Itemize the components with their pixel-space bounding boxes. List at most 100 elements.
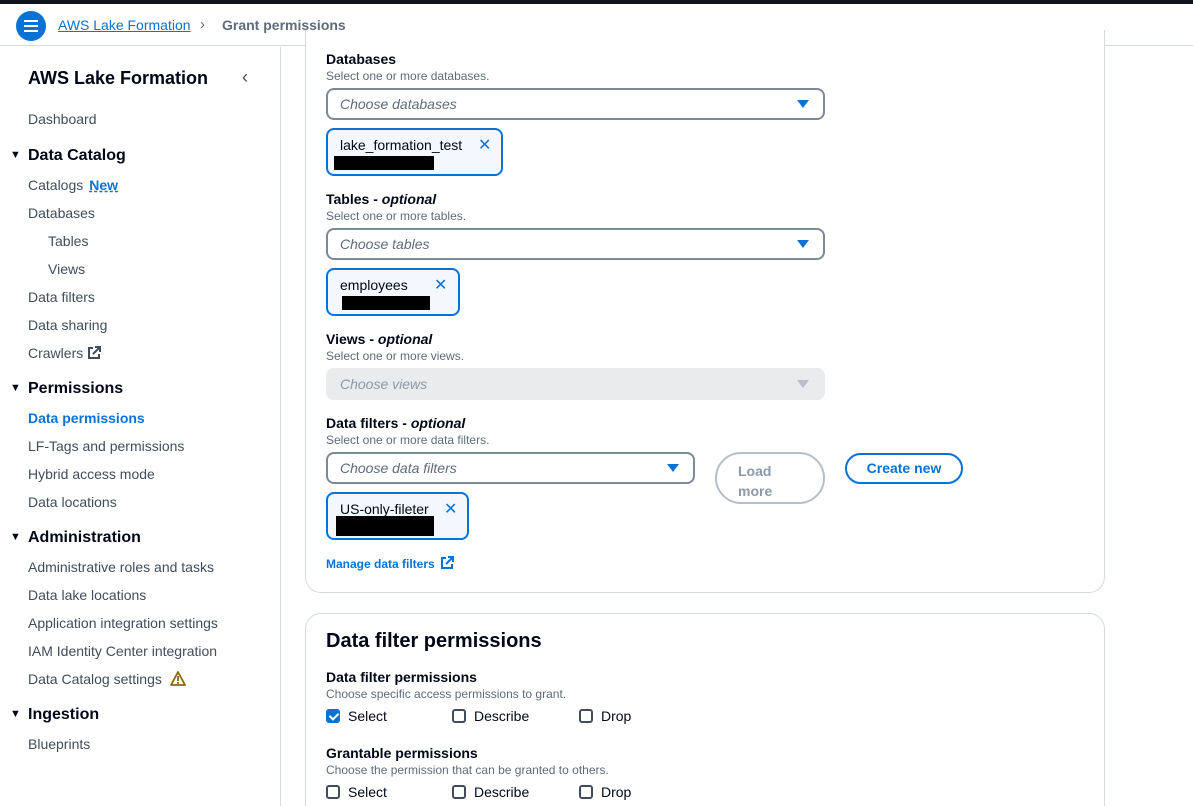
- sidebar-item-label: Catalogs: [28, 177, 84, 193]
- perm-describe-checkbox[interactable]: Describe: [452, 708, 529, 724]
- sidebar-item-crawlers[interactable]: Crawlers: [28, 345, 102, 361]
- section-label: Administration: [28, 529, 141, 546]
- section-data-catalog[interactable]: ▼ Data Catalog: [10, 147, 126, 165]
- breadcrumb-root-link[interactable]: AWS Lake Formation: [58, 17, 191, 33]
- load-more-line1: Load: [738, 463, 772, 479]
- sidebar-item-data-sharing[interactable]: Data sharing: [28, 317, 107, 333]
- create-new-button[interactable]: Create new: [845, 453, 963, 484]
- sidebar-item-catalogs[interactable]: Catalogs New: [28, 177, 118, 193]
- sidebar-item-label: Data Catalog settings: [28, 671, 162, 687]
- checkbox-label: Drop: [601, 708, 632, 724]
- data-filters-select[interactable]: Choose data filters: [326, 452, 695, 484]
- permissions-label: Data filter permissions: [326, 669, 477, 685]
- manage-data-filters-link[interactable]: Manage data filters: [326, 556, 454, 571]
- sidebar-item-databases[interactable]: Databases: [28, 205, 95, 221]
- grantable-label: Grantable permissions: [326, 745, 478, 761]
- checkbox-unchecked: [579, 785, 593, 799]
- section-ingestion[interactable]: ▼ Ingestion: [10, 706, 99, 724]
- caret-down-icon: ▼: [10, 708, 21, 720]
- table-token-label: employees: [340, 277, 408, 293]
- caret-down-icon: [797, 100, 809, 108]
- permissions-description: Choose specific access permissions to gr…: [326, 687, 567, 701]
- manage-data-filters-label: Manage data filters: [326, 557, 435, 571]
- checkbox-unchecked: [326, 785, 340, 799]
- checkbox-label: Describe: [474, 708, 530, 724]
- data-filters-label-text: Data filters -: [326, 415, 411, 431]
- checkbox-label: Select: [348, 784, 387, 800]
- hamburger-icon: [24, 20, 38, 32]
- database-token-label: lake_formation_test: [340, 137, 463, 153]
- grant-drop-checkbox[interactable]: Drop: [579, 784, 631, 800]
- chevron-right-icon: ›: [200, 16, 205, 33]
- section-label: Permissions: [28, 380, 124, 397]
- sidebar-item-app-integration[interactable]: Application integration settings: [28, 615, 218, 631]
- caret-down-icon: ▼: [10, 149, 21, 161]
- optional-label: optional: [377, 331, 433, 347]
- sidebar-item-iam-identity-center[interactable]: IAM Identity Center integration: [28, 643, 217, 659]
- sidebar-item-catalog-settings[interactable]: Data Catalog settings: [28, 671, 186, 687]
- sidebar-item-blueprints[interactable]: Blueprints: [28, 736, 90, 752]
- table-token: employees ✕: [326, 268, 460, 316]
- checkbox-label: Select: [348, 708, 387, 724]
- caret-down-icon: [667, 464, 679, 472]
- sidebar-item-data-permissions[interactable]: Data permissions: [28, 410, 145, 426]
- collapse-sidebar-icon[interactable]: ‹: [242, 67, 248, 88]
- tables-label: Tables - optional: [326, 191, 436, 207]
- checkbox-unchecked: [452, 785, 466, 799]
- sidebar-item-data-filters[interactable]: Data filters: [28, 289, 95, 305]
- perm-select-checkbox[interactable]: Select: [326, 708, 387, 724]
- sidebar-item-data-locations[interactable]: Data locations: [28, 494, 117, 510]
- redacted-block: [336, 516, 434, 536]
- checkbox-label: Drop: [601, 784, 632, 800]
- section-administration[interactable]: ▼ Administration: [10, 529, 141, 547]
- perm-drop-checkbox[interactable]: Drop: [579, 708, 631, 724]
- section-label: Ingestion: [28, 706, 100, 723]
- caret-down-icon: ▼: [10, 531, 21, 543]
- data-filters-description: Select one or more data filters.: [326, 433, 490, 447]
- tables-placeholder: Choose tables: [340, 236, 430, 252]
- sidebar-item-label: Crawlers: [28, 345, 84, 361]
- redacted-block: [334, 156, 434, 170]
- panel-title: Data filter permissions: [326, 630, 542, 652]
- grant-select-checkbox[interactable]: Select: [326, 784, 387, 800]
- redacted-block: [342, 296, 430, 310]
- checkbox-label: Describe: [474, 784, 530, 800]
- sidebar-item-data-lake-locations[interactable]: Data lake locations: [28, 587, 146, 603]
- new-badge[interactable]: New: [89, 177, 118, 193]
- menu-button[interactable]: [16, 11, 46, 41]
- remove-token-icon[interactable]: ✕: [478, 135, 491, 155]
- views-label-text: Views -: [326, 331, 378, 347]
- tables-description: Select one or more tables.: [326, 209, 467, 223]
- external-link-icon: [88, 346, 102, 359]
- data-filter-token: US-only-fileter ✕: [326, 492, 469, 540]
- remove-token-icon[interactable]: ✕: [434, 275, 447, 295]
- remove-token-icon[interactable]: ✕: [444, 499, 457, 519]
- sidebar-item-tables[interactable]: Tables: [48, 233, 88, 249]
- views-select: Choose views: [326, 368, 825, 400]
- databases-placeholder: Choose databases: [340, 96, 457, 112]
- caret-down-icon: [797, 380, 809, 388]
- sidebar-item-dashboard[interactable]: Dashboard: [28, 111, 97, 127]
- checkbox-checked: [326, 709, 340, 723]
- checkbox-unchecked: [452, 709, 466, 723]
- data-filters-label: Data filters - optional: [326, 415, 465, 431]
- databases-select[interactable]: Choose databases: [326, 88, 825, 120]
- sidebar: AWS Lake Formation ‹ Dashboard ▼ Data Cat…: [0, 47, 281, 806]
- caret-down-icon: ▼: [10, 382, 21, 394]
- grantable-description: Choose the permission that can be grante…: [326, 763, 609, 777]
- sidebar-item-admin-roles[interactable]: Administrative roles and tasks: [28, 559, 214, 575]
- database-token: lake_formation_test ✕: [326, 128, 503, 176]
- grant-describe-checkbox[interactable]: Describe: [452, 784, 529, 800]
- databases-description: Select one or more databases.: [326, 69, 490, 83]
- views-label: Views - optional: [326, 331, 432, 347]
- sidebar-item-lf-tags[interactable]: LF-Tags and permissions: [28, 438, 184, 454]
- caret-down-icon: [797, 240, 809, 248]
- checkbox-unchecked: [579, 709, 593, 723]
- sidebar-item-views[interactable]: Views: [48, 261, 85, 277]
- external-link-icon: [440, 556, 454, 569]
- section-label: Data Catalog: [28, 147, 126, 164]
- sidebar-item-hybrid-access[interactable]: Hybrid access mode: [28, 466, 155, 482]
- section-permissions[interactable]: ▼ Permissions: [10, 380, 123, 398]
- tables-select[interactable]: Choose tables: [326, 228, 825, 260]
- optional-label: optional: [381, 191, 437, 207]
